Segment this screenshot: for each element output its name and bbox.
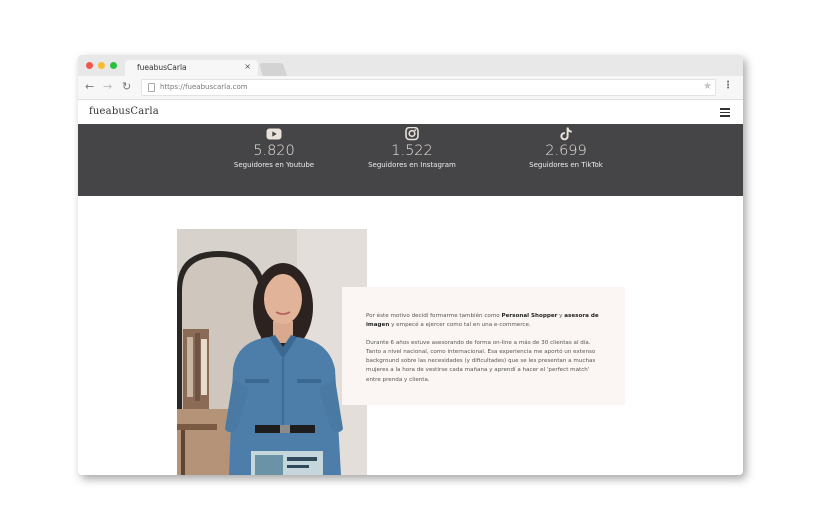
stat-value: 5.820 — [253, 143, 295, 159]
back-arrow-icon[interactable]: ← — [85, 80, 94, 93]
photo-illustration — [177, 229, 367, 475]
tab-title: fueabusCarla — [137, 63, 187, 72]
stat-label: Seguidores en Instagram — [368, 161, 456, 169]
browser-menu-icon[interactable]: ⋮ — [723, 80, 733, 91]
tab-bar: fueabusCarla × — [78, 55, 743, 76]
new-tab-button[interactable] — [258, 63, 288, 76]
browser-tab[interactable]: fueabusCarla × — [125, 60, 258, 76]
tab-close-icon[interactable]: × — [244, 62, 251, 71]
site-logo[interactable]: fueabusCarla — [89, 106, 159, 117]
about-text-card: Por éste motivo decidí formarme también … — [342, 287, 625, 405]
minimize-window-button[interactable] — [98, 62, 105, 69]
personal-shopper-emphasis: Personal Shopper — [501, 313, 558, 319]
text-span: Por éste motivo decidí formarme también … — [366, 313, 502, 319]
reload-icon[interactable]: ↻ — [122, 80, 131, 93]
hamburger-icon[interactable] — [720, 108, 730, 117]
close-window-button[interactable] — [86, 62, 93, 69]
url-text: https://fueabuscarla.com — [160, 83, 248, 91]
stat-value: 1.522 — [391, 143, 433, 159]
page-icon — [148, 83, 155, 92]
address-bar: ← → ↻ https://fueabuscarla.com ★ ⋮ — [78, 76, 743, 100]
about-paragraph-2: Durante 6 años estuve asesorando de form… — [366, 339, 596, 383]
text-span: y empecé a ejercer como tal en una e-com… — [389, 322, 531, 329]
profile-photo — [177, 229, 367, 475]
youtube-icon — [266, 128, 282, 140]
tiktok-icon — [560, 127, 572, 141]
maximize-window-button[interactable] — [110, 62, 117, 69]
site-header: fueabusCarla — [78, 101, 743, 124]
instagram-icon — [405, 127, 419, 141]
stat-value: 2.699 — [545, 143, 587, 159]
browser-window: fueabusCarla × ← → ↻ https://fueabuscarl… — [78, 55, 743, 475]
bookmark-star-icon[interactable]: ★ — [703, 81, 712, 92]
about-paragraph-1: Por éste motivo decidí formarme también … — [366, 312, 602, 331]
forward-arrow-icon[interactable]: → — [103, 80, 112, 93]
stats-band: 5.820 Seguidores en Youtube 1.522 Seguid… — [78, 124, 743, 196]
url-input[interactable]: https://fueabuscarla.com ★ — [141, 79, 716, 96]
stat-label: Seguidores en TikTok — [529, 161, 603, 169]
stat-label: Seguidores en Youtube — [233, 161, 315, 169]
